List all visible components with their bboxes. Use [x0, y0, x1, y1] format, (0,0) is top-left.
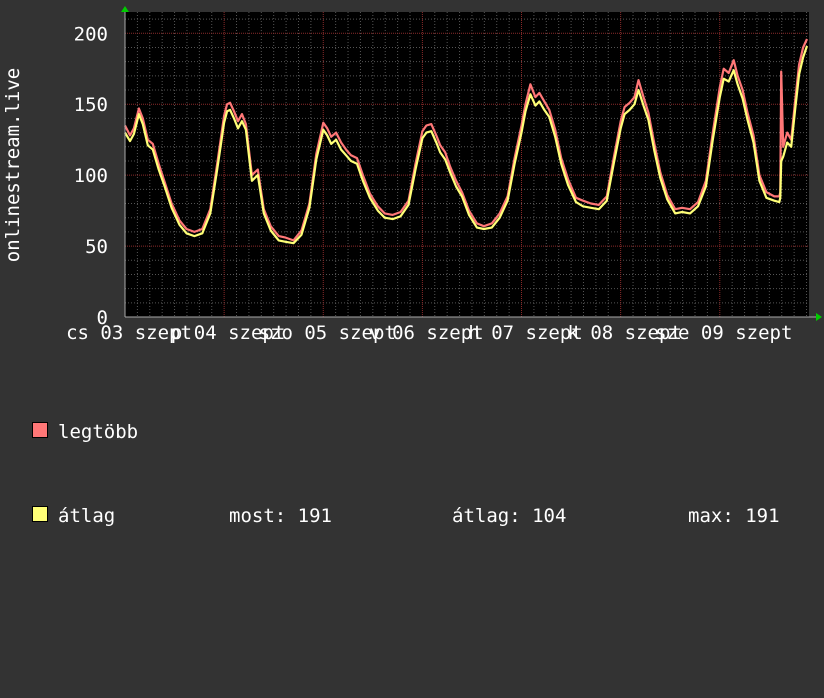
- legend-item-max: legtöbb: [32, 418, 138, 446]
- y-tick-label: 100: [74, 165, 108, 187]
- line-chart: 050100150200 cs 03 szeptp 04 szeptszo 05…: [2, 6, 822, 344]
- legend-swatch-avg: [32, 506, 48, 522]
- x-tick-labels: cs 03 szeptp 04 szeptszo 05 szeptv 06 sz…: [66, 322, 792, 344]
- y-tick-label: 150: [74, 94, 108, 116]
- plot-background: [125, 12, 809, 317]
- x-tick-label: sze 09 szept: [655, 322, 792, 344]
- legend-label-avg: átlag: [58, 505, 116, 527]
- stat-current: most: 191: [229, 505, 332, 527]
- stat-max: max: 191: [688, 505, 780, 527]
- x-axis-arrow: [816, 313, 822, 321]
- legend-label-max: legtöbb: [58, 421, 139, 443]
- y-axis-label: onlinestream.live: [2, 68, 24, 262]
- y-tick-label: 50: [85, 236, 108, 258]
- x-tick-label: v 06 szept: [369, 322, 483, 344]
- stat-average: átlag: 104: [452, 505, 567, 527]
- legend-swatch-max: [32, 422, 48, 438]
- x-tick-label: h 07 szept: [468, 322, 582, 344]
- y-axis-arrow: [121, 6, 129, 12]
- y-tick-labels: 050100150200: [74, 23, 108, 329]
- y-tick-label: 200: [74, 23, 108, 45]
- legend-item-avg: átlag most: 191 átlag: 104 max: 191: [32, 502, 780, 530]
- legend: legtöbb átlag most: 191 átlag: 104 max: …: [32, 362, 780, 558]
